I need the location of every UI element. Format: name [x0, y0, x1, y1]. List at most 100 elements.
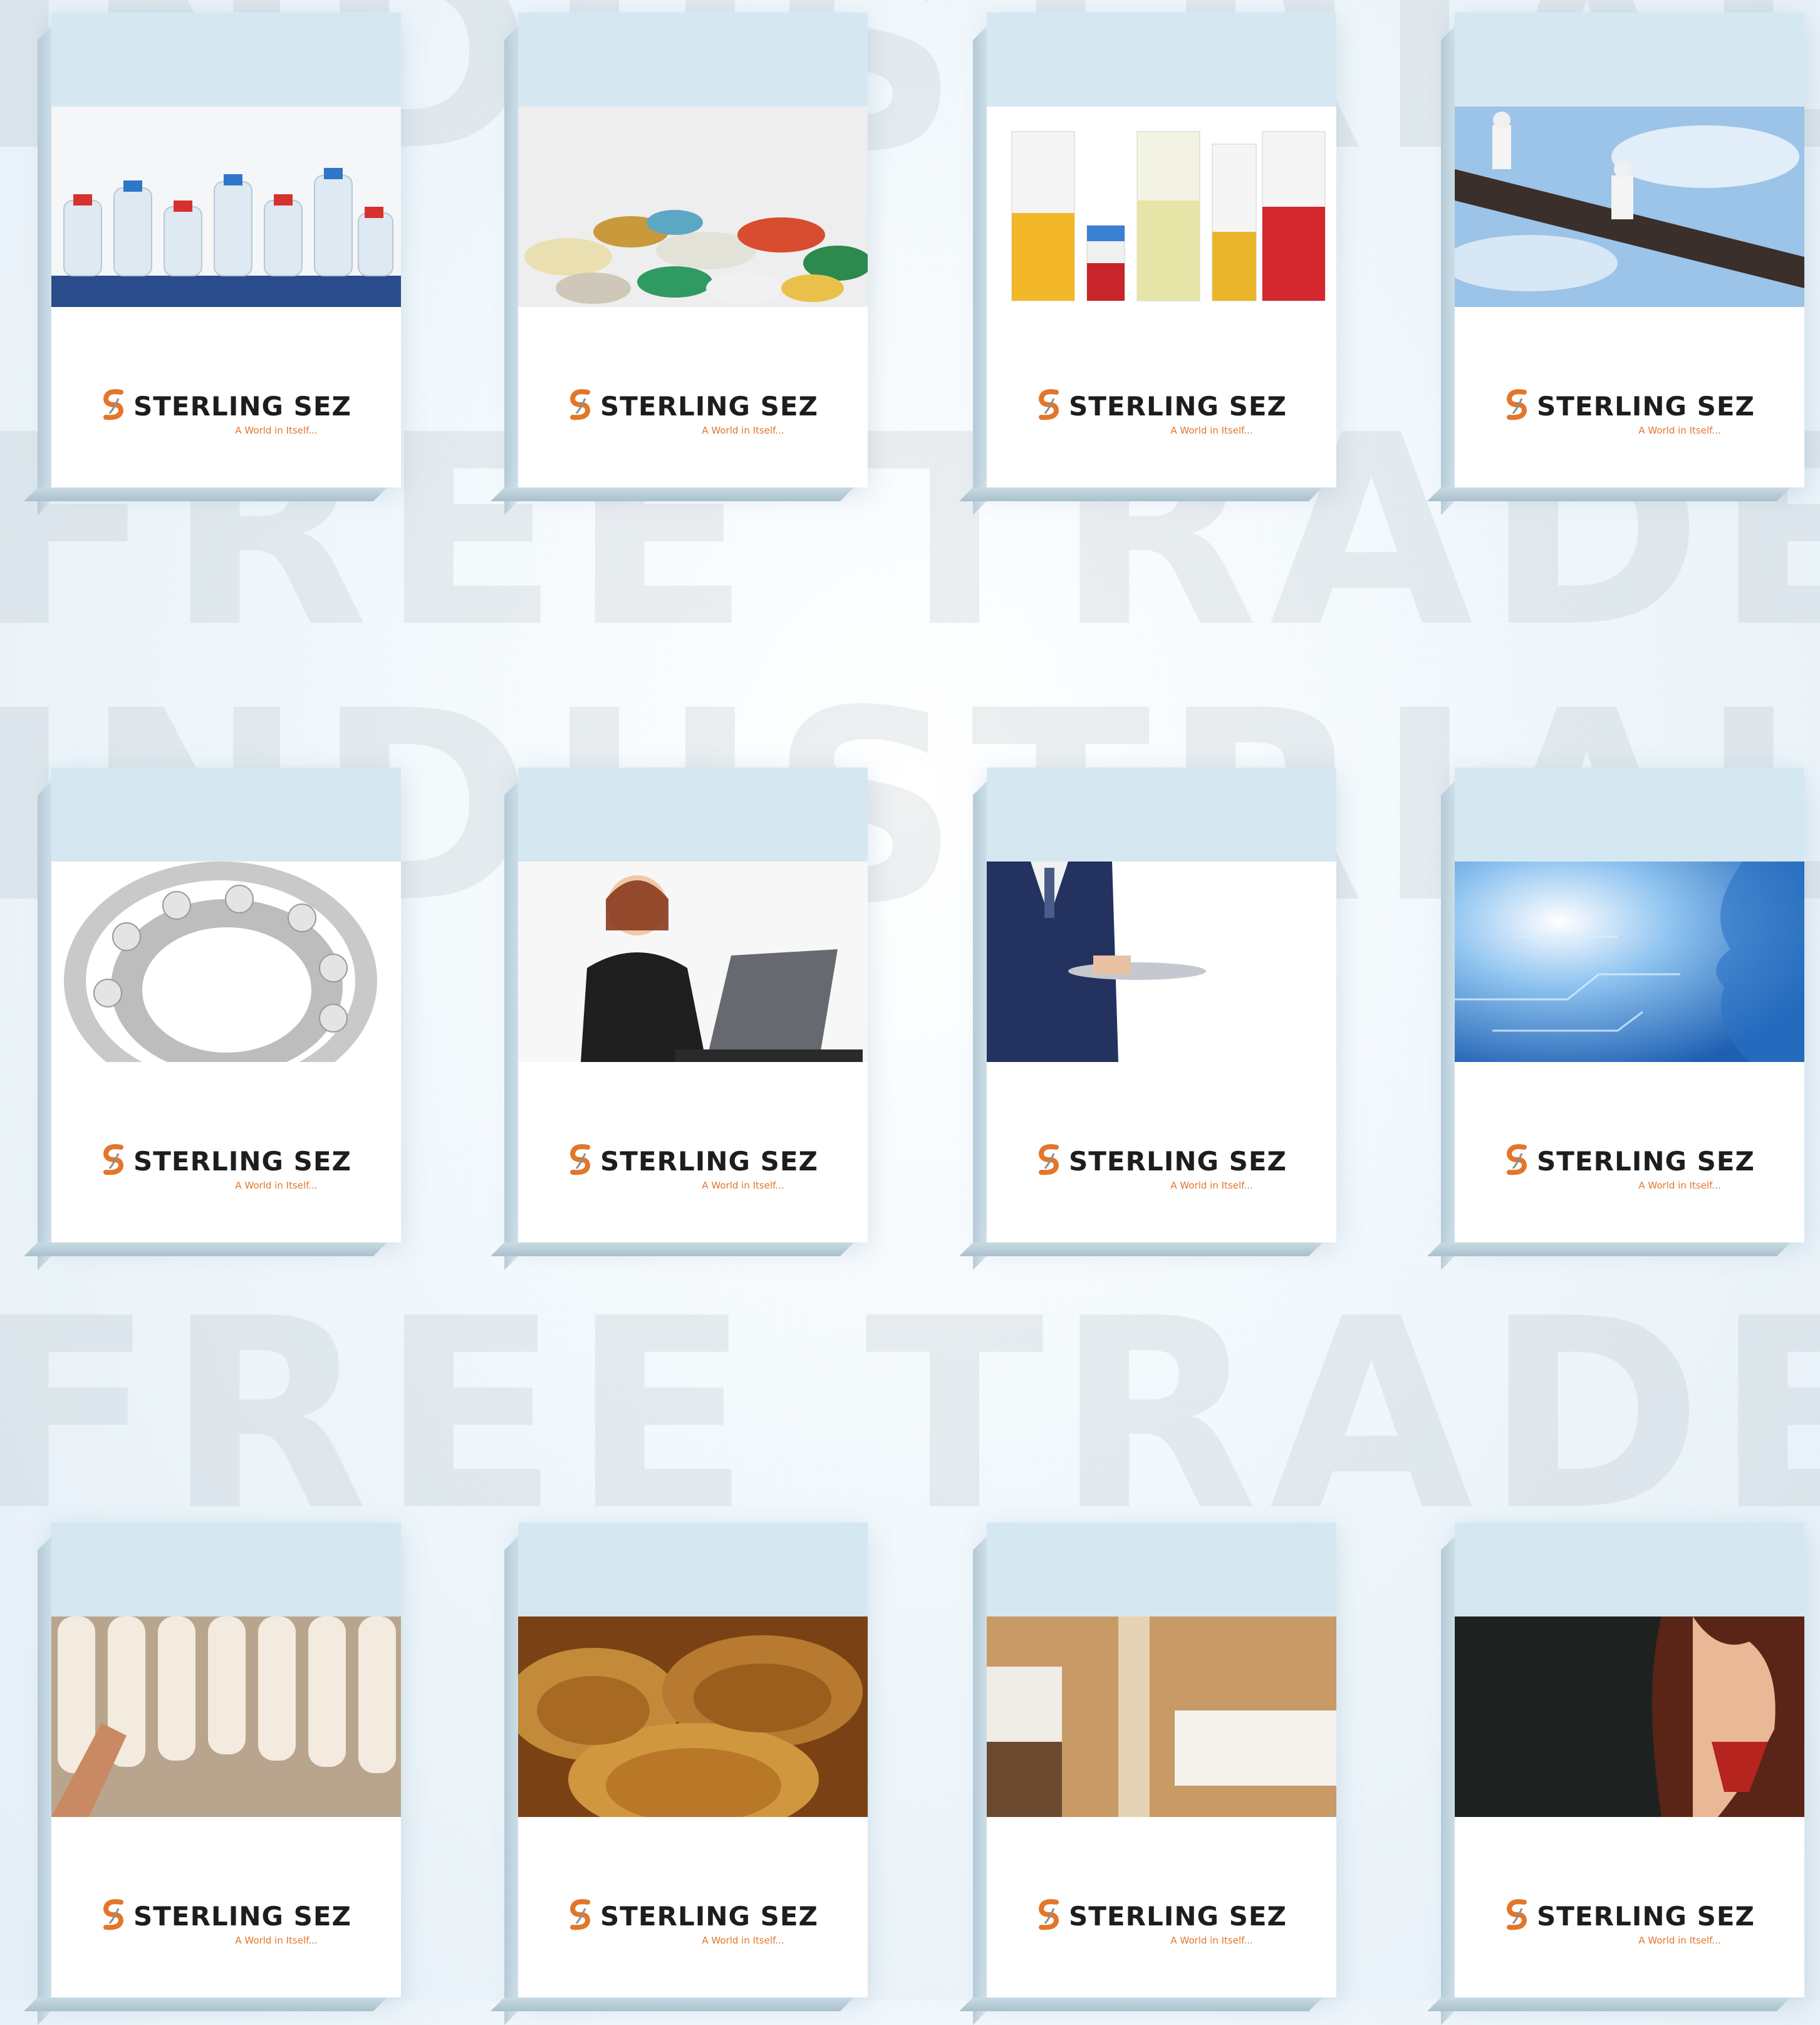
brochure-ball-bearing: STERLING SEZ A World in Itself... — [24, 768, 401, 1270]
brand-tagline: A World in Itself... — [235, 1180, 318, 1191]
brochure-textile-spindles: STERLING SEZ A World in Itself... — [24, 1523, 401, 2025]
brochure-base — [491, 1242, 854, 1256]
brochure-spine — [1441, 1536, 1455, 2025]
sterling-sez-logo: STERLING SEZ A World in Itself... — [987, 388, 1336, 436]
brochure-base — [1427, 1997, 1791, 2011]
brand-name: STERLING SEZ — [133, 390, 351, 422]
brochure-cover: STERLING SEZ A World in Itself... — [51, 768, 401, 1242]
sterling-logo-icon — [568, 1898, 593, 1934]
brand-name: STERLING SEZ — [600, 1900, 818, 1932]
cover-band — [1455, 1523, 1804, 1616]
brand-name: STERLING SEZ — [133, 1900, 351, 1932]
brochure-cover: STERLING SEZ A World in Itself... — [51, 1523, 401, 1997]
sterling-sez-logo: STERLING SEZ A World in Itself... — [51, 1143, 401, 1191]
sterling-logo-icon — [101, 1143, 126, 1179]
brand-tagline: A World in Itself... — [1170, 1935, 1253, 1946]
sterling-sez-logo: STERLING SEZ A World in Itself... — [51, 1898, 401, 1946]
brochure-base — [1427, 1242, 1791, 1256]
sterling-logo-icon — [1036, 1898, 1061, 1934]
brochure-cover: STERLING SEZ A World in Itself... — [1455, 13, 1804, 487]
cover-band — [518, 768, 868, 862]
brochure-bathroom-tiles: STERLING SEZ A World in Itself... — [959, 1523, 1336, 2025]
cover-photo — [51, 107, 401, 307]
sterling-logo-icon — [101, 1898, 126, 1934]
sterling-sez-logo: STERLING SEZ A World in Itself... — [518, 1898, 868, 1946]
brochure-spine — [38, 1536, 51, 2025]
brand-tagline: A World in Itself... — [235, 1935, 318, 1946]
sterling-sez-logo: STERLING SEZ A World in Itself... — [1455, 388, 1804, 436]
brand-name: STERLING SEZ — [1069, 390, 1287, 422]
sterling-sez-logo: STERLING SEZ A World in Itself... — [518, 1143, 868, 1191]
brochure-cover: STERLING SEZ A World in Itself... — [987, 768, 1336, 1242]
sterling-sez-logo: STERLING SEZ A World in Itself... — [1455, 1143, 1804, 1191]
cover-photo — [1455, 862, 1804, 1062]
brand-tagline: A World in Itself... — [702, 1180, 784, 1191]
sterling-sez-logo: STERLING SEZ A World in Itself... — [987, 1898, 1336, 1946]
brochure-construction-workers: STERLING SEZ A World in Itself... — [1427, 13, 1804, 515]
brochure-cover: STERLING SEZ A World in Itself... — [51, 13, 401, 487]
cover-band — [518, 1523, 868, 1616]
brochure-spine — [504, 26, 518, 515]
cover-band — [987, 13, 1336, 107]
cover-band — [51, 768, 401, 862]
brochure-digital-face: STERLING SEZ A World in Itself... — [1427, 768, 1804, 1270]
brand-name: STERLING SEZ — [600, 1145, 818, 1177]
sterling-logo-icon — [101, 388, 126, 424]
brand-tagline: A World in Itself... — [1638, 1180, 1721, 1191]
cover-band — [1455, 13, 1804, 107]
brand-tagline: A World in Itself... — [235, 425, 318, 436]
sterling-logo-icon — [1504, 388, 1529, 424]
cover-photo — [518, 107, 868, 307]
cover-band — [1455, 768, 1804, 862]
sterling-logo-icon — [1036, 1143, 1061, 1179]
brochure-spine — [38, 26, 51, 515]
brochure-spine — [973, 1536, 987, 2025]
brochure-spine — [973, 26, 987, 515]
brand-name: STERLING SEZ — [1069, 1900, 1287, 1932]
sterling-sez-logo: STERLING SEZ A World in Itself... — [51, 388, 401, 436]
brochure-base — [24, 1242, 387, 1256]
brand-name: STERLING SEZ — [1537, 1145, 1755, 1177]
brochure-base — [24, 1997, 387, 2011]
brochure-fashion-woman: STERLING SEZ A World in Itself... — [1427, 1523, 1804, 2025]
sterling-logo-icon — [1504, 1898, 1529, 1934]
brochure-spine — [973, 781, 987, 1270]
brochure-grain-sacks: STERLING SEZ A World in Itself... — [491, 1523, 868, 2025]
brochure-waiter-tray: STERLING SEZ A World in Itself... — [959, 768, 1336, 1270]
sterling-sez-logo: STERLING SEZ A World in Itself... — [1455, 1898, 1804, 1946]
sterling-logo-icon — [568, 388, 593, 424]
sterling-sez-logo: STERLING SEZ A World in Itself... — [987, 1143, 1336, 1191]
brochure-base — [491, 487, 854, 501]
cover-band — [987, 768, 1336, 862]
brochure-cover: STERLING SEZ A World in Itself... — [518, 1523, 868, 1997]
brochure-pills: STERLING SEZ A World in Itself... — [491, 13, 868, 515]
brand-name: STERLING SEZ — [1537, 390, 1755, 422]
brochure-base — [24, 487, 387, 501]
brochure-spine — [1441, 26, 1455, 515]
brand-tagline: A World in Itself... — [1638, 425, 1721, 436]
brochure-spine — [504, 781, 518, 1270]
brochure-base — [959, 487, 1323, 501]
brochure-spine — [504, 1536, 518, 2025]
sterling-logo-icon — [568, 1143, 593, 1179]
cover-band — [987, 1523, 1336, 1616]
sterling-logo-icon — [1036, 388, 1061, 424]
brochure-cover: STERLING SEZ A World in Itself... — [518, 768, 868, 1242]
brochure-base — [491, 1997, 854, 2011]
brand-name: STERLING SEZ — [133, 1145, 351, 1177]
brand-name: STERLING SEZ — [600, 390, 818, 422]
brand-tagline: A World in Itself... — [1170, 1180, 1253, 1191]
brochure-call-center-agent: STERLING SEZ A World in Itself... — [491, 768, 868, 1270]
brochure-spine — [38, 781, 51, 1270]
brand-name: STERLING SEZ — [1537, 1900, 1755, 1932]
brand-tagline: A World in Itself... — [702, 425, 784, 436]
brand-name: STERLING SEZ — [1069, 1145, 1287, 1177]
brochure-cover: STERLING SEZ A World in Itself... — [1455, 768, 1804, 1242]
sterling-logo-icon — [1504, 1143, 1529, 1179]
brand-tagline: A World in Itself... — [1638, 1935, 1721, 1946]
brand-tagline: A World in Itself... — [702, 1935, 784, 1946]
brand-tagline: A World in Itself... — [1170, 425, 1253, 436]
brochure-cover: STERLING SEZ A World in Itself... — [1455, 1523, 1804, 1997]
brochure-cover: STERLING SEZ A World in Itself... — [987, 1523, 1336, 1997]
brochure-plastic-bottles: STERLING SEZ A World in Itself... — [24, 13, 401, 515]
